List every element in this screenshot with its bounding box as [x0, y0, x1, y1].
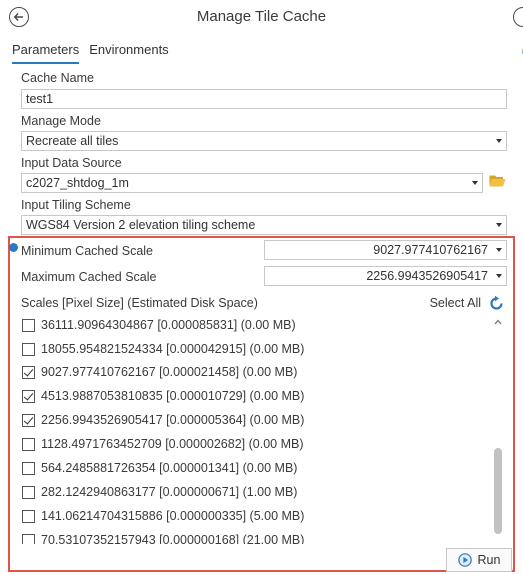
input-tiling-scheme-label: Input Tiling Scheme — [21, 198, 131, 212]
scale-item[interactable]: 9027.977410762167 [0.000021458] (0.00 MB… — [22, 361, 297, 383]
chevron-down-icon — [472, 181, 478, 185]
scale-item[interactable]: 1128.4971763452709 [0.000002682] (0.00 M… — [22, 433, 304, 455]
run-icon — [457, 553, 472, 567]
info-icon — [9, 243, 18, 252]
run-button[interactable]: Run — [446, 548, 512, 572]
scale-item[interactable]: 141.06214704315886 [0.000000335] (5.00 M… — [22, 505, 304, 527]
input-tiling-scheme-value: WGS84 Version 2 elevation tiling scheme — [26, 218, 256, 232]
scale-item-label: 141.06214704315886 [0.000000335] (5.00 M… — [41, 509, 305, 523]
checkbox[interactable] — [22, 485, 35, 499]
min-scale-select[interactable]: 9027.977410762167 — [264, 240, 507, 260]
scales-scrollbar[interactable] — [491, 314, 505, 544]
checkbox[interactable] — [22, 533, 35, 544]
scale-item[interactable]: 2256.9943526905417 [0.000005364] (0.00 M… — [22, 409, 304, 431]
scroll-up-icon[interactable] — [494, 318, 502, 326]
max-scale-label: Maximum Cached Scale — [21, 270, 157, 284]
manage-mode-label: Manage Mode — [21, 114, 101, 128]
scales-header-label: Scales [Pixel Size] (Estimated Disk Spac… — [21, 296, 258, 310]
scroll-thumb[interactable] — [494, 448, 502, 534]
scale-item-label: 564.2485881726354 [0.000001341] (0.00 MB… — [41, 461, 298, 475]
scale-item-label: 4513.9887053810835 [0.000010729] (0.00 M… — [41, 389, 305, 403]
scale-item-label: 70.53107352157943 [0.000000168] (21.00 M… — [41, 533, 305, 544]
scale-item-label: 282.1242940863177 [0.000000671] (1.00 MB… — [41, 485, 298, 499]
checkbox[interactable] — [22, 342, 35, 356]
chevron-down-icon — [496, 248, 502, 252]
folder-icon[interactable] — [489, 174, 506, 187]
checkbox[interactable] — [22, 389, 35, 403]
input-data-source-label: Input Data Source — [21, 156, 122, 170]
input-data-source-value: c2027_shtdog_1m — [26, 176, 129, 190]
input-tiling-scheme-select[interactable]: WGS84 Version 2 elevation tiling scheme — [21, 215, 507, 235]
page-title: Manage Tile Cache — [196, 8, 327, 25]
tab-environments[interactable]: Environments — [89, 42, 168, 64]
tool-header: Manage Tile Cache — [0, 0, 523, 36]
checkbox[interactable] — [22, 437, 35, 451]
select-all-button[interactable]: Select All — [430, 296, 481, 310]
scales-list[interactable]: 36111.90964304867 [0.000085831] (0.00 MB… — [18, 314, 508, 544]
checkbox[interactable] — [22, 461, 35, 475]
scales-list-header: Scales [Pixel Size] (Estimated Disk Spac… — [21, 295, 507, 312]
tab-bar: Parameters Environments — [12, 42, 169, 64]
max-scale-select[interactable]: 2256.9943526905417 — [264, 266, 507, 286]
scale-item[interactable]: 564.2485881726354 [0.000001341] (0.00 MB… — [22, 457, 297, 479]
run-label: Run — [477, 553, 501, 567]
manage-mode-value: Recreate all tiles — [26, 134, 119, 148]
min-scale-value: 9027.977410762167 — [373, 243, 488, 257]
scale-item-label: 1128.4971763452709 [0.000002682] (0.00 M… — [41, 437, 304, 451]
checkbox[interactable] — [22, 509, 35, 523]
refresh-icon[interactable] — [488, 295, 505, 312]
input-data-source-select[interactable]: c2027_shtdog_1m — [21, 173, 483, 193]
cache-name-value: test1 — [26, 92, 54, 106]
checkbox[interactable] — [22, 413, 35, 427]
tab-parameters[interactable]: Parameters — [12, 42, 80, 64]
chevron-down-icon — [496, 139, 502, 143]
scale-item[interactable]: 4513.9887053810835 [0.000010729] (0.00 M… — [22, 385, 304, 407]
scale-item-label: 36111.90964304867 [0.000085831] (0.00 MB… — [41, 318, 296, 332]
scale-item[interactable]: 70.53107352157943 [0.000000168] (21.00 M… — [22, 529, 304, 544]
scale-item[interactable]: 36111.90964304867 [0.000085831] (0.00 MB… — [22, 314, 296, 336]
scale-item-label: 18055.954821524334 [0.000042915] (0.00 M… — [41, 342, 305, 356]
max-scale-value: 2256.9943526905417 — [366, 269, 488, 283]
chevron-down-icon — [496, 274, 502, 278]
scale-item-label: 2256.9943526905417 [0.000005364] (0.00 M… — [41, 413, 305, 427]
scale-item[interactable]: 18055.954821524334 [0.000042915] (0.00 M… — [22, 338, 304, 360]
cache-name-label: Cache Name — [21, 71, 94, 85]
checkbox[interactable] — [22, 365, 35, 379]
scale-item[interactable]: 282.1242940863177 [0.000000671] (1.00 MB… — [22, 481, 297, 503]
chevron-down-icon — [496, 223, 502, 227]
checkbox[interactable] — [22, 318, 35, 332]
scale-item-label: 9027.977410762167 [0.000021458] (0.00 MB… — [41, 365, 298, 379]
cache-name-input[interactable]: test1 — [21, 89, 507, 109]
min-scale-label: Minimum Cached Scale — [21, 244, 153, 258]
manage-mode-select[interactable]: Recreate all tiles — [21, 131, 507, 151]
